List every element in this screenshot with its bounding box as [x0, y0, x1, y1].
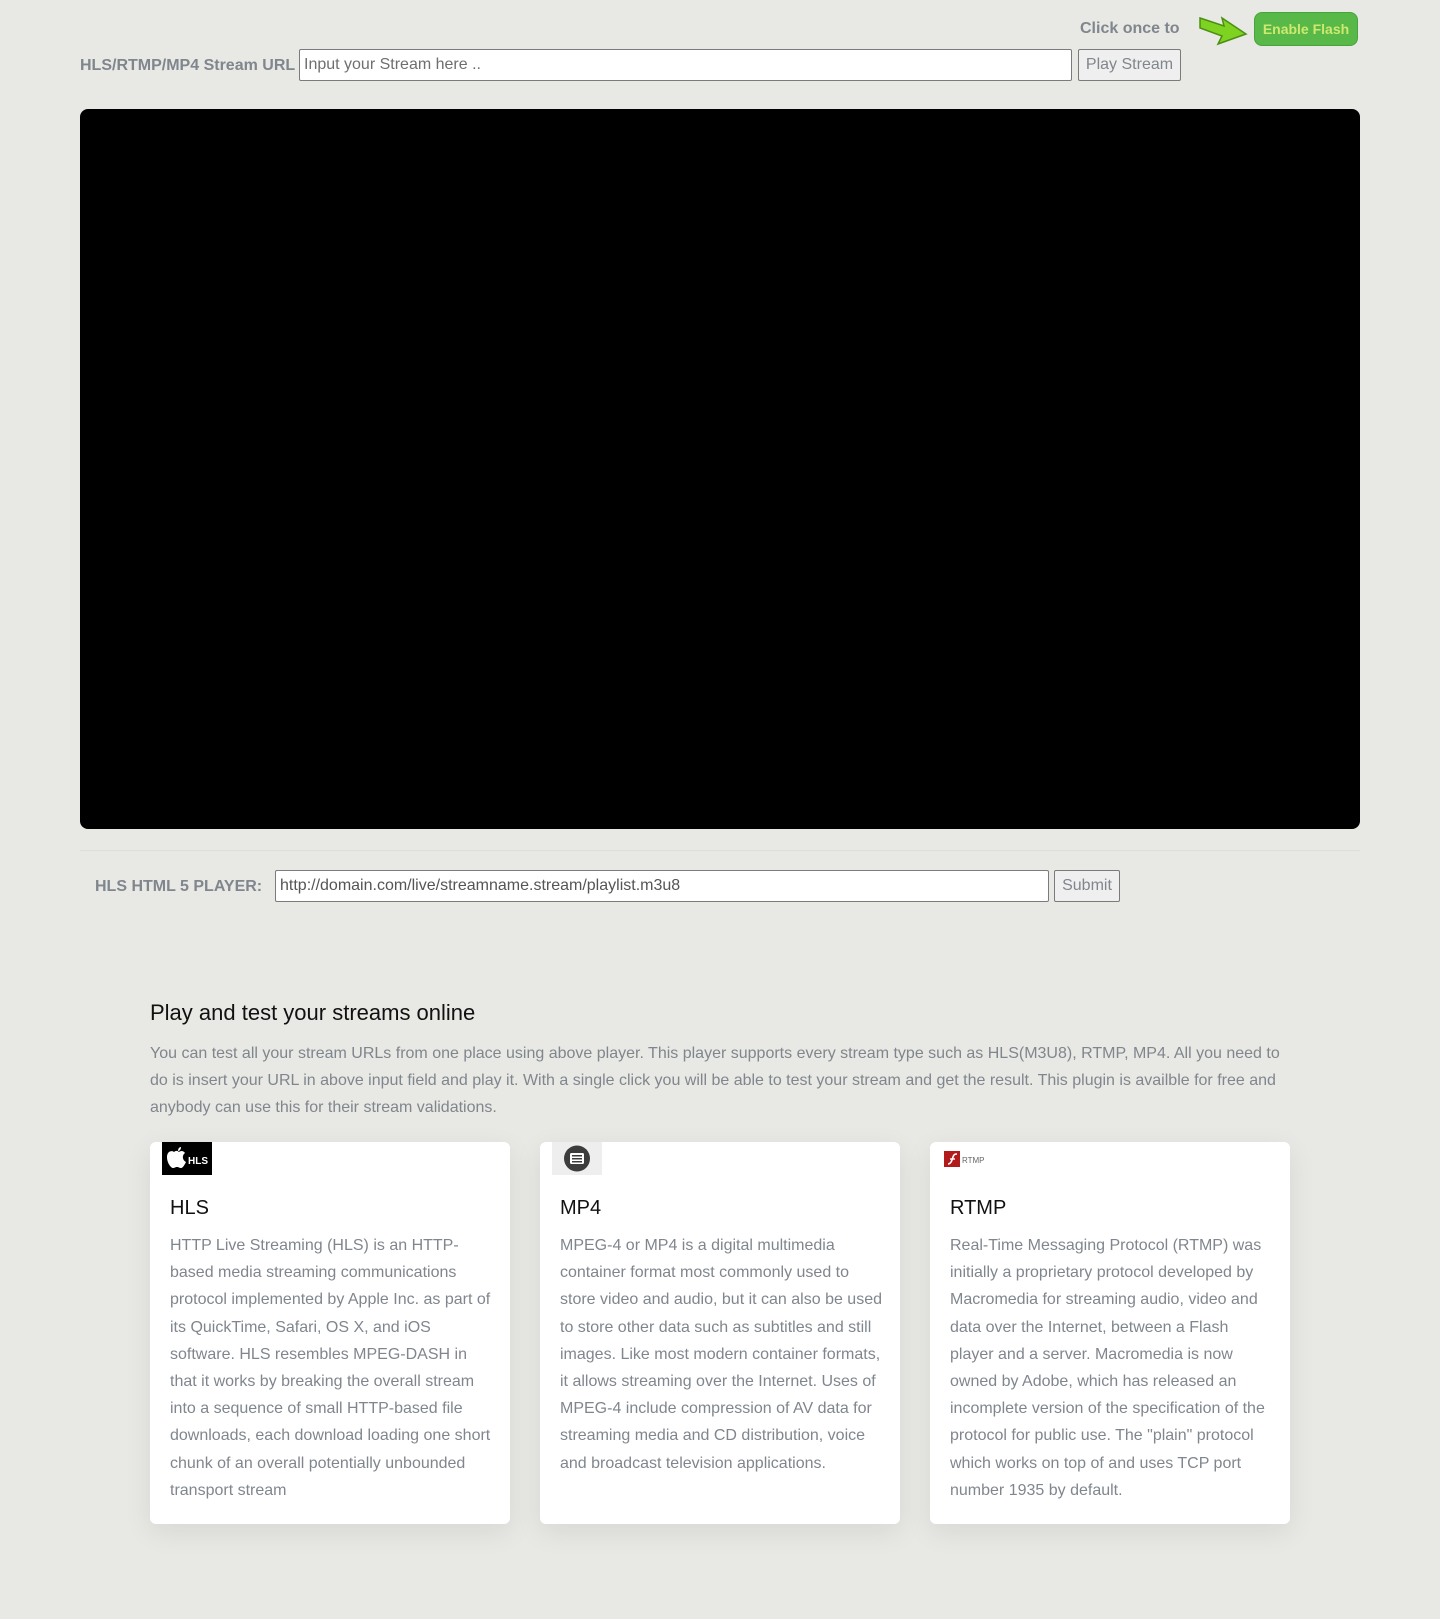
video-player[interactable]	[80, 109, 1360, 829]
card-mp4: MP4 MPEG-4 or MP4 is a digital multimedi…	[540, 1142, 900, 1524]
card-text: MPEG-4 or MP4 is a digital multimedia co…	[560, 1237, 882, 1472]
intro-text: You can test all your stream URLs from o…	[150, 1045, 1280, 1116]
play-stream-button[interactable]: Play Stream	[1078, 49, 1181, 81]
svg-text:HLS: HLS	[188, 1156, 208, 1167]
svg-text:RTMP: RTMP	[962, 1156, 985, 1165]
card-text: Real-Time Messaging Protocol (RTMP) was …	[950, 1237, 1265, 1499]
card-hls: HLS HLS HTTP Live Streaming (HLS) is an …	[150, 1142, 510, 1524]
card-title: RTMP	[950, 1197, 1007, 1219]
card-rtmp: RTMP RTMP Real-Time Messaging Protocol (…	[930, 1142, 1290, 1524]
stream-url-label: HLS/RTMP/MP4 Stream URL	[80, 57, 296, 74]
hls-url-input[interactable]	[275, 870, 1049, 902]
mp4-logo-icon	[552, 1142, 602, 1175]
arrow-right-icon	[1199, 16, 1248, 46]
intro-title: Play and test your streams online	[150, 1000, 476, 1025]
card-text: HTTP Live Streaming (HLS) is an HTTP-bas…	[170, 1237, 491, 1499]
hls-logo-icon: HLS	[162, 1142, 212, 1175]
card-title: MP4	[560, 1197, 602, 1219]
card-title: HLS	[170, 1197, 209, 1219]
submit-button[interactable]: Submit	[1054, 870, 1120, 902]
enable-flash-button[interactable]: Enable Flash	[1254, 12, 1358, 46]
rtmp-logo-icon: RTMP	[944, 1151, 985, 1167]
flash-prompt: Click once to	[1080, 20, 1180, 37]
stream-url-input[interactable]	[299, 49, 1072, 81]
divider	[80, 850, 1360, 851]
hls-player-label: HLS HTML 5 PLAYER:	[95, 878, 263, 895]
flash-bar: Click once to Enable Flash	[0, 12, 1440, 48]
